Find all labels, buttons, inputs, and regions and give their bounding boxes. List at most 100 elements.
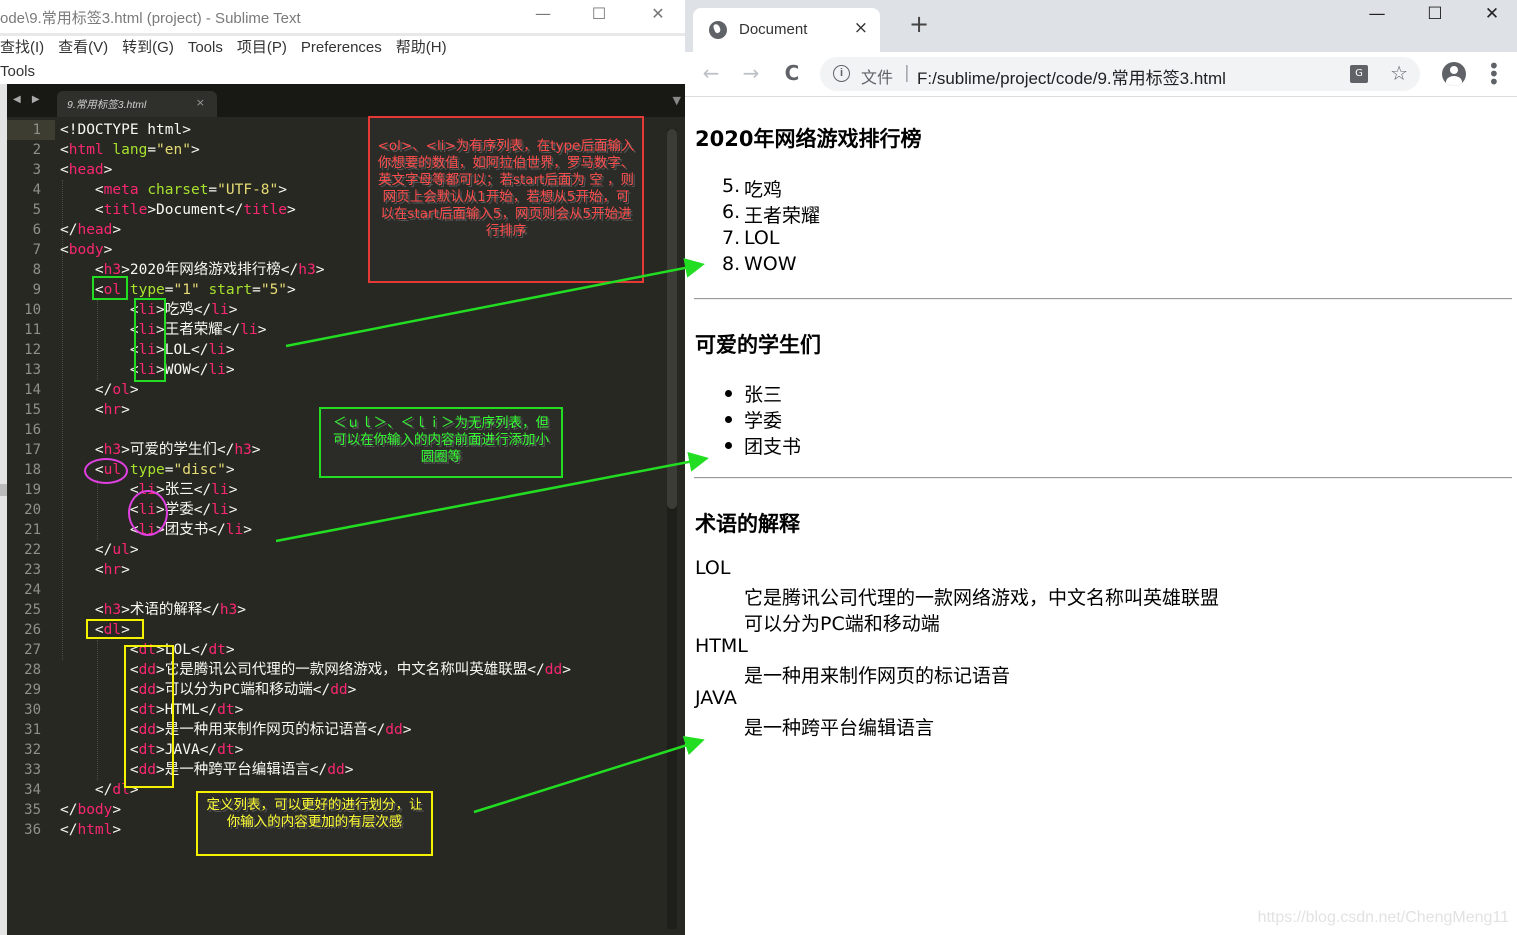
profile-avatar-icon[interactable] (1442, 62, 1466, 86)
close-button[interactable]: ✕ (643, 4, 673, 23)
code-line[interactable]: 31 <dd>是一种用来制作网页的标记语音</dd> (7, 720, 647, 740)
dt-dd-tags-highlight (124, 645, 174, 788)
code-token: body (77, 802, 113, 818)
code-line[interactable]: 11 <li>王者荣耀</li> (7, 320, 647, 340)
menu-tools[interactable]: Tools (188, 39, 223, 56)
code-line[interactable]: 27 <dt>LOL</dt> (7, 640, 647, 660)
reload-button[interactable]: C (779, 61, 805, 85)
code-source: <dd>可以分为PC端和移动端</dd> (60, 680, 357, 700)
code-line[interactable]: 28 <dd>它是腾讯公司代理的一款网络游戏，中文名称叫英雄联盟</dd> (7, 660, 647, 680)
code-line[interactable]: 22 </ul> (7, 540, 647, 560)
ordered-list-item: WOW (744, 253, 797, 275)
code-line[interactable]: 20 <li>学委</li> (7, 500, 647, 520)
definition-term: JAVA (695, 687, 737, 709)
code-token: >张三</ (156, 482, 212, 498)
forward-button[interactable]: → (738, 61, 764, 85)
line-number: 12 (24, 342, 41, 358)
code-token: li (240, 322, 258, 338)
code-line[interactable]: 33 <dd>是一种跨平台编辑语言</dd> (7, 760, 647, 780)
address-bar[interactable]: i 文件 | F:/sublime/project/code/9.常用标签3.h… (820, 57, 1420, 91)
new-tab-button[interactable]: + (909, 12, 929, 36)
maximize-button[interactable]: ☐ (1415, 4, 1455, 24)
menu-help[interactable]: 帮助(H) (396, 36, 447, 57)
definition-description: 它是腾讯公司代理的一款网络游戏，中文名称叫英雄联盟 (744, 587, 1220, 609)
code-source: </html> (60, 820, 121, 840)
close-tab-icon[interactable]: × (854, 18, 868, 38)
code-token: hr (103, 562, 122, 578)
code-token: html (77, 822, 113, 838)
code-line[interactable]: 21 <li>团支书</li> (7, 520, 647, 540)
bookmark-star-icon[interactable]: ☆ (1390, 61, 1408, 85)
code-token: > (225, 362, 235, 378)
code-line[interactable]: 12 <li>LOL</li> (7, 340, 647, 360)
tab-nav-arrows-icon[interactable]: ◀ ▶ (13, 94, 44, 105)
browser-tab-title: Document (739, 21, 808, 38)
code-token: > (562, 662, 571, 678)
menu-view[interactable]: 查看(V) (58, 36, 108, 57)
code-line[interactable]: 25 <h3>术语的解释</h3> (7, 600, 647, 620)
code-line[interactable]: 14 </ol> (7, 380, 647, 400)
sublime-window: ode\9.常用标签3.html (project) - Sublime Tex… (0, 0, 685, 935)
code-token: >它是腾讯公司代理的一款网络游戏，中文名称叫英雄联盟</ (156, 662, 545, 678)
translate-icon[interactable]: G (1350, 65, 1368, 83)
menu-kebab-icon[interactable]: • • • (1488, 56, 1500, 92)
code-source: <head> (60, 160, 112, 180)
line-number: 14 (24, 382, 41, 398)
code-token: < (60, 322, 139, 338)
dl-annotation-note: 定义列表，可以更好的进行划分，让你输入的内容更加的有层次感 (196, 791, 433, 856)
code-token: > (251, 442, 261, 458)
code-line[interactable]: 30 <dt>HTML</dt> (7, 700, 647, 720)
code-token: >Document</ (147, 202, 244, 218)
menu-preferences[interactable]: Preferences (301, 39, 382, 56)
line-number: 3 (32, 162, 41, 178)
line-number: 24 (24, 582, 41, 598)
menu-goto[interactable]: 转到(G) (122, 36, 174, 57)
url-text[interactable]: F:/sublime/project/code/9.常用标签3.html (917, 64, 1226, 89)
close-tab-icon[interactable]: × (196, 96, 205, 109)
close-button[interactable]: ✕ (1472, 4, 1512, 24)
code-token: dt (217, 702, 235, 718)
ordered-list-marker: 8. (722, 253, 741, 275)
li-tag-highlight (128, 490, 168, 536)
code-line[interactable]: 24 (7, 580, 647, 600)
browser-toolbar: ← → C i 文件 | F:/sublime/project/code/9.常… (685, 52, 1517, 97)
code-source: <!DOCTYPE html> (60, 120, 191, 140)
code-token: < (60, 142, 69, 158)
code-token: dt (217, 742, 235, 758)
editor-scrollbar-thumb[interactable] (667, 129, 677, 509)
code-line[interactable]: 29 <dd>可以分为PC端和移动端</dd> (7, 680, 647, 700)
tab-overflow-icon[interactable]: ▼ (673, 94, 681, 107)
editor-tab-active[interactable]: 9.常用标签3.html × (57, 91, 217, 117)
menu-project[interactable]: 项目(P) (237, 36, 287, 57)
code-token: > (225, 342, 235, 358)
info-icon[interactable]: i (833, 65, 850, 82)
dl-tag-highlight (86, 619, 144, 639)
tools-label[interactable]: Tools (0, 63, 35, 80)
code-token: > (103, 162, 113, 178)
browser-tab-document[interactable]: Document × (693, 8, 880, 52)
code-token: head (77, 222, 113, 238)
code-token: > (237, 602, 247, 618)
minimize-button[interactable]: — (528, 4, 558, 23)
code-source: <dd>是一种跨平台编辑语言</dd> (60, 760, 354, 780)
code-line[interactable]: 32 <dt>JAVA</dt> (7, 740, 647, 760)
code-line[interactable]: 23 <hr> (7, 560, 647, 580)
code-token: charset (147, 182, 209, 198)
code-token: > (234, 742, 244, 758)
code-token: > (225, 642, 235, 658)
code-line[interactable]: 13 <li>WOW</li> (7, 360, 647, 380)
line-number: 10 (24, 302, 41, 318)
maximize-button[interactable]: ☐ (584, 4, 614, 23)
line-number: 23 (24, 562, 41, 578)
back-button[interactable]: ← (698, 61, 724, 85)
code-token: < (60, 362, 139, 378)
minimize-button[interactable]: — (1357, 4, 1397, 24)
code-token: >可以分为PC端和移动端</ (156, 682, 331, 698)
menu-find[interactable]: 查找(I) (0, 36, 44, 57)
code-line[interactable]: 10 <li>吃鸡</li> (7, 300, 647, 320)
code-token: < (60, 522, 139, 538)
code-token: body (68, 242, 104, 258)
line-number: 30 (24, 702, 41, 718)
code-token: > (347, 682, 357, 698)
bullet-icon (725, 442, 732, 449)
